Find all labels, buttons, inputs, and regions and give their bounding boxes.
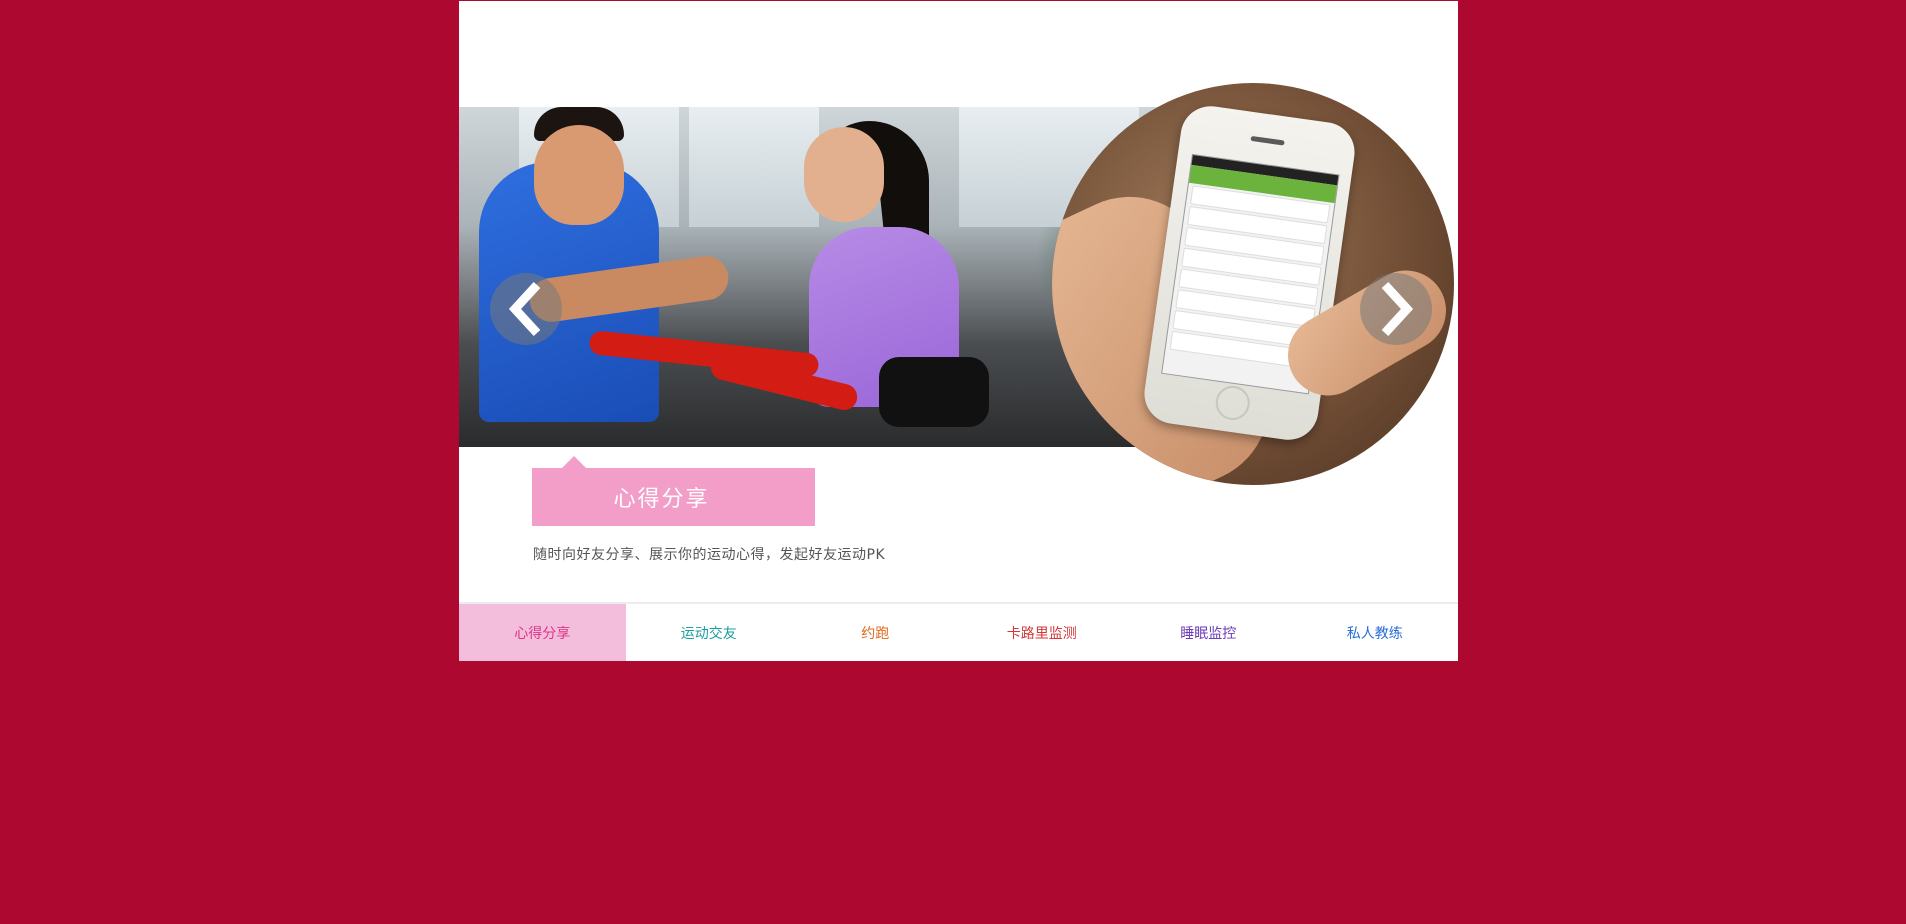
chevron-right-icon [1381,281,1413,337]
next-slide-button[interactable] [1360,273,1432,345]
caption-banner: 心得分享 [532,456,815,526]
tab-social[interactable]: 运动交友 [626,604,793,661]
tab-coach[interactable]: 私人教练 [1292,604,1459,661]
tab-running[interactable]: 约跑 [792,604,959,661]
caption-description: 随时向好友分享、展示你的运动心得，发起好友运动PK [533,547,886,563]
woman-shorts [879,357,989,427]
caption-title: 心得分享 [613,487,710,512]
tab-sleep[interactable]: 睡眠监控 [1125,604,1292,661]
phone-home-button [1213,383,1252,423]
tab-sharing[interactable]: 心得分享 [459,604,626,661]
man-head [534,125,624,225]
chevron-left-icon [509,281,541,337]
tab-calories[interactable]: 卡路里监测 [959,604,1126,661]
feature-tabs: 心得分享 运动交友 约跑 卡路里监测 睡眠监控 私人教练 [459,602,1458,661]
phone-speaker [1250,135,1285,146]
prev-slide-button[interactable] [490,273,562,345]
gym-window [689,107,819,227]
feature-slider-card: 心得分享 随时向好友分享、展示你的运动心得，发起好友运动PK 心得分享 运动交友… [459,1,1458,661]
woman-head [804,127,884,222]
